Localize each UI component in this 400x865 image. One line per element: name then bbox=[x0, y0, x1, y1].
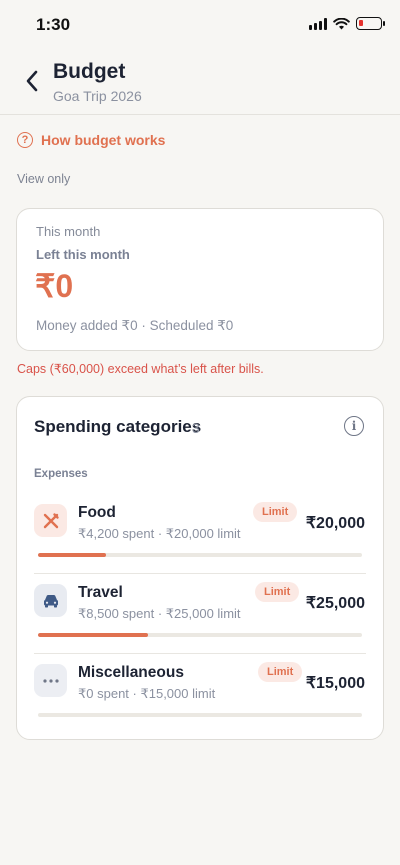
wifi-icon bbox=[333, 17, 350, 29]
category-name: Food bbox=[78, 504, 116, 521]
info-icon[interactable]: i bbox=[344, 416, 364, 436]
caps-warning: Caps (₹60,000) exceed what’s left after … bbox=[17, 362, 264, 376]
month-meta: Money added ₹0 · Scheduled ₹0 bbox=[36, 318, 234, 333]
progress-fill bbox=[38, 633, 149, 637]
category-meta: ₹4,200 spent · ₹20,000 limit bbox=[78, 526, 241, 541]
category-amount: ₹25,000 bbox=[305, 595, 365, 612]
limit-badge: Limit bbox=[258, 662, 303, 682]
limit-badge: Limit bbox=[255, 582, 300, 602]
categories-count: 3 bbox=[192, 420, 200, 436]
header: Budget Goa Trip 2026 bbox=[0, 50, 400, 115]
status-icons bbox=[309, 17, 385, 30]
section-label-expenses: Expenses bbox=[34, 468, 88, 480]
status-time: 1:30 bbox=[36, 15, 71, 34]
category-meta: ₹8,500 spent · ₹25,000 limit bbox=[78, 606, 241, 621]
category-name: Travel bbox=[78, 584, 123, 601]
more-dots-icon bbox=[34, 664, 67, 697]
battery-icon bbox=[356, 17, 385, 30]
categories-title: Spending categories bbox=[34, 417, 202, 436]
progress-fill bbox=[38, 553, 107, 557]
category-progress bbox=[38, 553, 362, 557]
page-subtitle: Goa Trip 2026 bbox=[53, 88, 142, 104]
category-meta: ₹0 spent · ₹15,000 limit bbox=[78, 686, 216, 701]
category-row-food[interactable]: Food ₹4,200 spent · ₹20,000 limit Limit … bbox=[17, 494, 383, 574]
how-budget-works-label: How budget works bbox=[41, 132, 166, 148]
category-progress bbox=[38, 713, 362, 717]
back-button[interactable] bbox=[18, 66, 46, 96]
category-name: Miscellaneous bbox=[78, 664, 184, 681]
utensils-icon bbox=[34, 504, 67, 537]
category-row-miscellaneous[interactable]: Miscellaneous ₹0 spent · ₹15,000 limit L… bbox=[17, 654, 383, 734]
category-row-travel[interactable]: Travel ₹8,500 spent · ₹25,000 limit Limi… bbox=[17, 574, 383, 654]
signal-icon bbox=[309, 17, 327, 30]
month-summary-card: This month Left this month ₹0 Money adde… bbox=[16, 208, 384, 351]
left-amount: ₹0 bbox=[35, 268, 74, 304]
month-label: This month bbox=[36, 224, 101, 239]
category-amount: ₹15,000 bbox=[305, 675, 365, 692]
left-this-month-label: Left this month bbox=[36, 247, 130, 262]
car-icon bbox=[34, 584, 67, 617]
category-amount: ₹20,000 bbox=[305, 515, 365, 532]
page-title: Budget bbox=[53, 60, 126, 83]
status-bar: 1:30 bbox=[0, 0, 400, 50]
category-progress bbox=[38, 633, 362, 637]
question-circle-icon: ? bbox=[17, 132, 33, 148]
how-budget-works-link[interactable]: ? How budget works bbox=[17, 132, 165, 148]
spending-categories-card: Spending categories 3 i Expenses Food ₹4… bbox=[16, 396, 384, 740]
chevron-left-icon bbox=[26, 70, 38, 92]
limit-badge: Limit bbox=[253, 502, 298, 522]
view-only-label: View only bbox=[17, 172, 71, 186]
